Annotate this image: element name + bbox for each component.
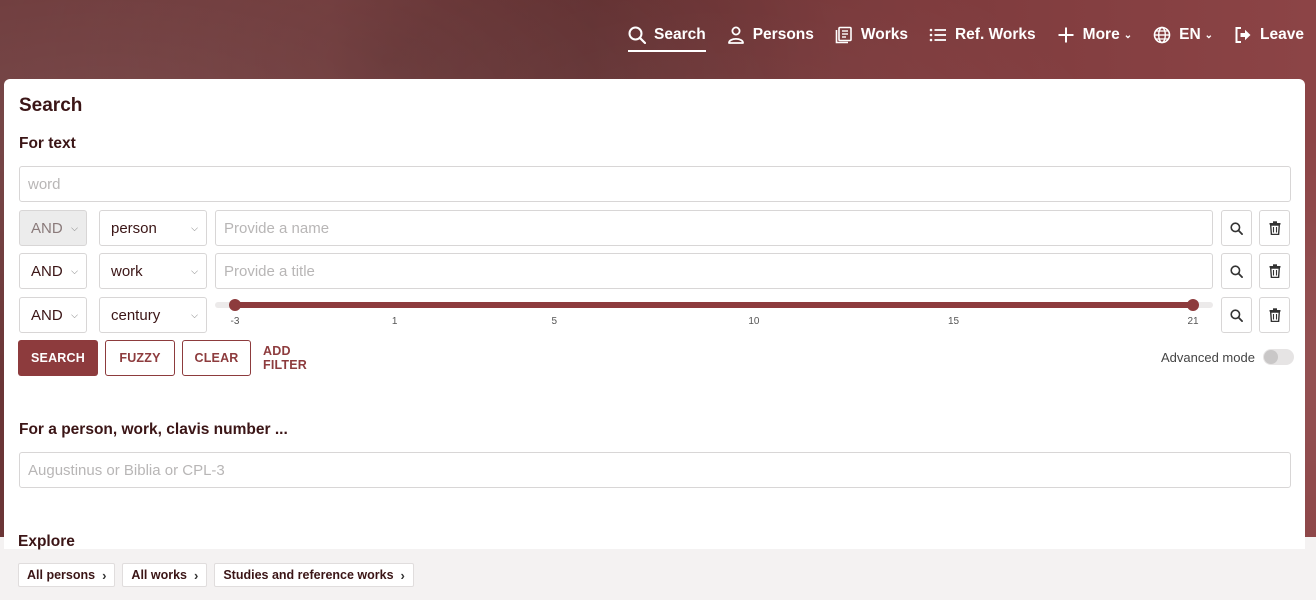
chevron-down-icon: ⌵ xyxy=(71,265,78,276)
person-name-input[interactable] xyxy=(215,210,1213,246)
slider-tick: 21 xyxy=(1187,316,1199,327)
chip-label: Studies and reference works xyxy=(223,568,394,582)
slider-tick: 1 xyxy=(391,316,398,327)
search-icon xyxy=(628,26,647,44)
row-delete-button[interactable] xyxy=(1259,297,1290,333)
operator-select[interactable]: AND ⌵ xyxy=(19,210,87,246)
trash-icon xyxy=(1269,308,1280,322)
add-filter-button[interactable]: ADD FILTER xyxy=(263,340,335,376)
operator-value: AND xyxy=(31,306,63,324)
row-search-button[interactable] xyxy=(1221,253,1252,289)
lookup-input[interactable] xyxy=(19,452,1291,488)
nav-works-label: Works xyxy=(860,26,908,43)
nav-leave-label: Leave xyxy=(1260,26,1304,43)
toggle-knob xyxy=(1263,350,1278,364)
chip-label: All persons xyxy=(27,568,96,582)
trash-icon xyxy=(1269,221,1280,235)
explore-chips: All persons › All works › Studies and re… xyxy=(18,563,414,587)
nav-language-label: EN xyxy=(1179,26,1201,43)
search-icon xyxy=(1230,308,1243,322)
logout-icon xyxy=(1234,26,1252,44)
nav-more[interactable]: More ⌄ xyxy=(1057,19,1132,51)
field-select[interactable]: century ⌵ xyxy=(99,297,207,333)
field-select[interactable]: person ⌵ xyxy=(99,210,207,246)
operator-select[interactable]: AND ⌵ xyxy=(19,253,87,289)
advanced-mode-toggle[interactable] xyxy=(1262,349,1294,365)
chevron-right-icon: › xyxy=(102,567,107,583)
field-value: work xyxy=(111,262,143,280)
search-icon xyxy=(1230,264,1243,278)
globe-icon xyxy=(1153,26,1171,44)
field-value: century xyxy=(111,306,161,324)
operator-value: AND xyxy=(31,262,63,280)
book-icon xyxy=(835,26,853,44)
nav-persons-label: Persons xyxy=(752,26,814,43)
century-range-slider[interactable]: -3 1 5 10 15 21 xyxy=(215,297,1213,333)
search-card: Search For text AND ⌵ person ⌵ AND ⌵ wor… xyxy=(4,79,1305,549)
field-value: person xyxy=(111,219,157,237)
page-title: Search xyxy=(19,95,83,116)
slider-tick: 10 xyxy=(748,316,760,327)
search-icon xyxy=(1230,221,1243,235)
nav-ref-works[interactable]: Ref. Works xyxy=(929,19,1036,51)
nav-language[interactable]: EN ⌄ xyxy=(1153,19,1213,51)
filter-row-century: AND ⌵ century ⌵ -3 1 5 10 15 21 xyxy=(19,297,1291,333)
chip-label: All works xyxy=(131,568,187,582)
list-icon xyxy=(929,26,947,44)
chevron-right-icon: › xyxy=(194,567,199,583)
field-select[interactable]: work ⌵ xyxy=(99,253,207,289)
nav-search[interactable]: Search xyxy=(628,19,706,52)
work-title-input[interactable] xyxy=(215,253,1213,289)
nav-leave[interactable]: Leave xyxy=(1234,19,1304,51)
chevron-down-icon: ⌵ xyxy=(71,222,78,233)
row-search-button[interactable] xyxy=(1221,210,1252,246)
row-delete-button[interactable] xyxy=(1259,253,1290,289)
word-input[interactable] xyxy=(19,166,1291,202)
advanced-mode-label: Advanced mode xyxy=(1161,349,1255,365)
filter-row-work: AND ⌵ work ⌵ xyxy=(19,253,1291,289)
row-delete-button[interactable] xyxy=(1259,210,1290,246)
trash-icon xyxy=(1269,264,1280,278)
nav-ref-works-label: Ref. Works xyxy=(954,26,1036,43)
plus-icon xyxy=(1057,26,1075,44)
search-button[interactable]: SEARCH xyxy=(18,340,98,376)
nav-works[interactable]: Works xyxy=(835,19,908,51)
for-text-label: For text xyxy=(19,135,76,152)
operator-select[interactable]: AND ⌵ xyxy=(19,297,87,333)
clear-button[interactable]: CLEAR xyxy=(182,340,251,376)
explore-title: Explore xyxy=(18,533,75,550)
chevron-down-icon: ⌵ xyxy=(71,309,78,320)
nav-search-label: Search xyxy=(654,26,706,43)
chevron-down-icon: ⌵ xyxy=(191,265,198,276)
explore-all-works[interactable]: All works › xyxy=(122,563,208,587)
slider-fill xyxy=(235,302,1193,308)
explore-all-persons[interactable]: All persons › xyxy=(18,563,116,587)
nav-persons[interactable]: Persons xyxy=(727,19,814,51)
slider-handle-min[interactable] xyxy=(229,299,241,311)
chevron-down-icon: ⌄ xyxy=(1123,29,1133,41)
slider-tick: 5 xyxy=(551,316,558,327)
filter-row-person: AND ⌵ person ⌵ xyxy=(19,210,1291,246)
chevron-down-icon: ⌄ xyxy=(1204,29,1214,41)
row-search-button[interactable] xyxy=(1221,297,1252,333)
chevron-down-icon: ⌵ xyxy=(191,309,198,320)
person-icon xyxy=(727,26,745,44)
chevron-right-icon: › xyxy=(400,567,405,583)
nav-more-label: More xyxy=(1082,26,1120,43)
top-navigation: Search Persons Works Ref. Works More ⌄ E… xyxy=(607,0,1316,70)
slider-handle-max[interactable] xyxy=(1187,299,1199,311)
slider-tick: -3 xyxy=(230,316,240,327)
advanced-mode: Advanced mode xyxy=(1161,349,1294,365)
lookup-label: For a person, work, clavis number ... xyxy=(19,421,288,438)
chevron-down-icon: ⌵ xyxy=(191,222,198,233)
explore-studies-reference-works[interactable]: Studies and reference works › xyxy=(214,563,414,587)
fuzzy-button[interactable]: FUZZY xyxy=(105,340,175,376)
slider-tick: 15 xyxy=(947,316,960,327)
operator-value: AND xyxy=(31,219,63,237)
